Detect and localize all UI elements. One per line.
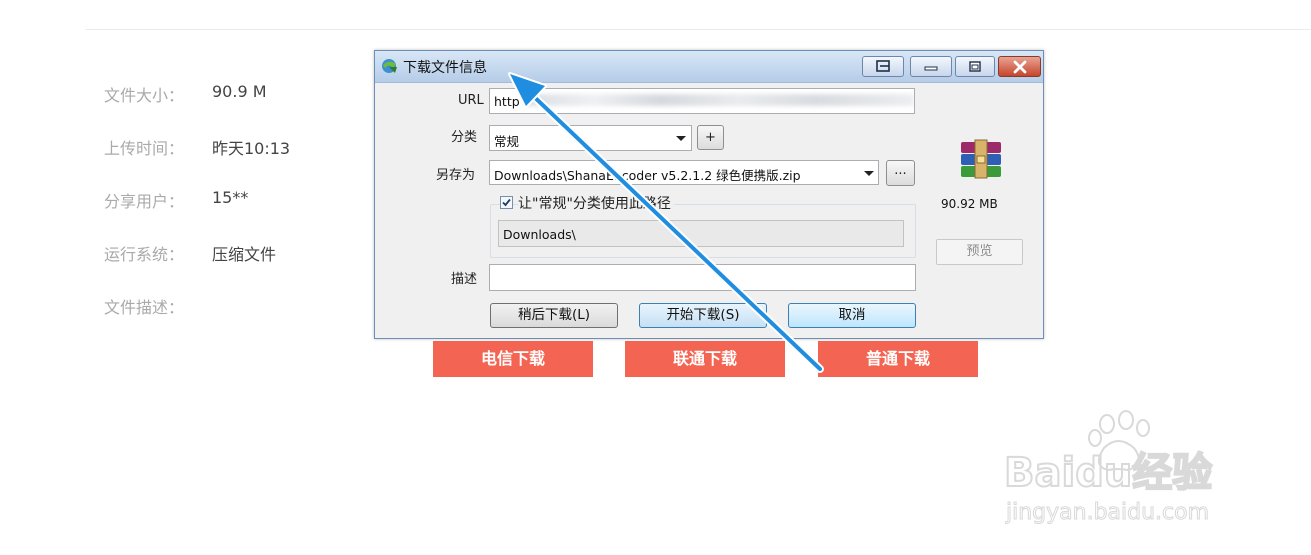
svg-text:Baidu经验: Baidu经验 [1004,450,1212,496]
baidu-jingyan-watermark: Baidu经验 jingyan.baidu.com [1003,410,1213,526]
watermark-url: jingyan.baidu.com [1005,500,1209,525]
